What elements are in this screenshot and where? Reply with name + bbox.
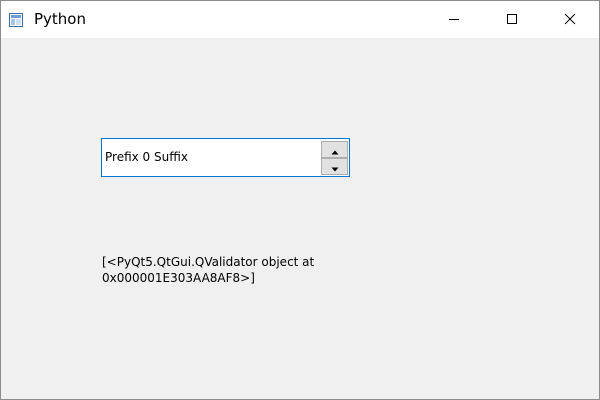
arrow-down-icon	[331, 157, 339, 176]
minimize-button[interactable]	[431, 1, 477, 38]
window-title: Python	[34, 10, 86, 28]
validator-label-line-2: 0x000001E303AA8AF8>]	[102, 271, 255, 285]
minimize-icon	[448, 10, 460, 29]
qt-app-icon	[9, 12, 23, 27]
spin-down-button[interactable]	[321, 158, 348, 175]
spin-buttons	[321, 140, 349, 176]
spin-up-button[interactable]	[321, 141, 348, 158]
spin-box-value[interactable]: Prefix 0 Suffix	[105, 150, 188, 165]
validator-label-line-1: [<PyQt5.QtGui.QValidator object at	[102, 255, 315, 269]
validator-label: [<PyQt5.QtGui.QValidator object at 0x000…	[102, 254, 332, 286]
title-bar[interactable]: Python	[1, 1, 599, 38]
close-button[interactable]	[547, 1, 593, 38]
maximize-button[interactable]	[489, 1, 535, 38]
close-icon	[564, 10, 576, 29]
spin-box[interactable]: Prefix 0 Suffix	[101, 138, 350, 177]
maximize-icon	[506, 10, 518, 29]
app-window: Python Prefix 0 Suffix [<PyQt5.QtGui.QVa…	[0, 0, 600, 400]
